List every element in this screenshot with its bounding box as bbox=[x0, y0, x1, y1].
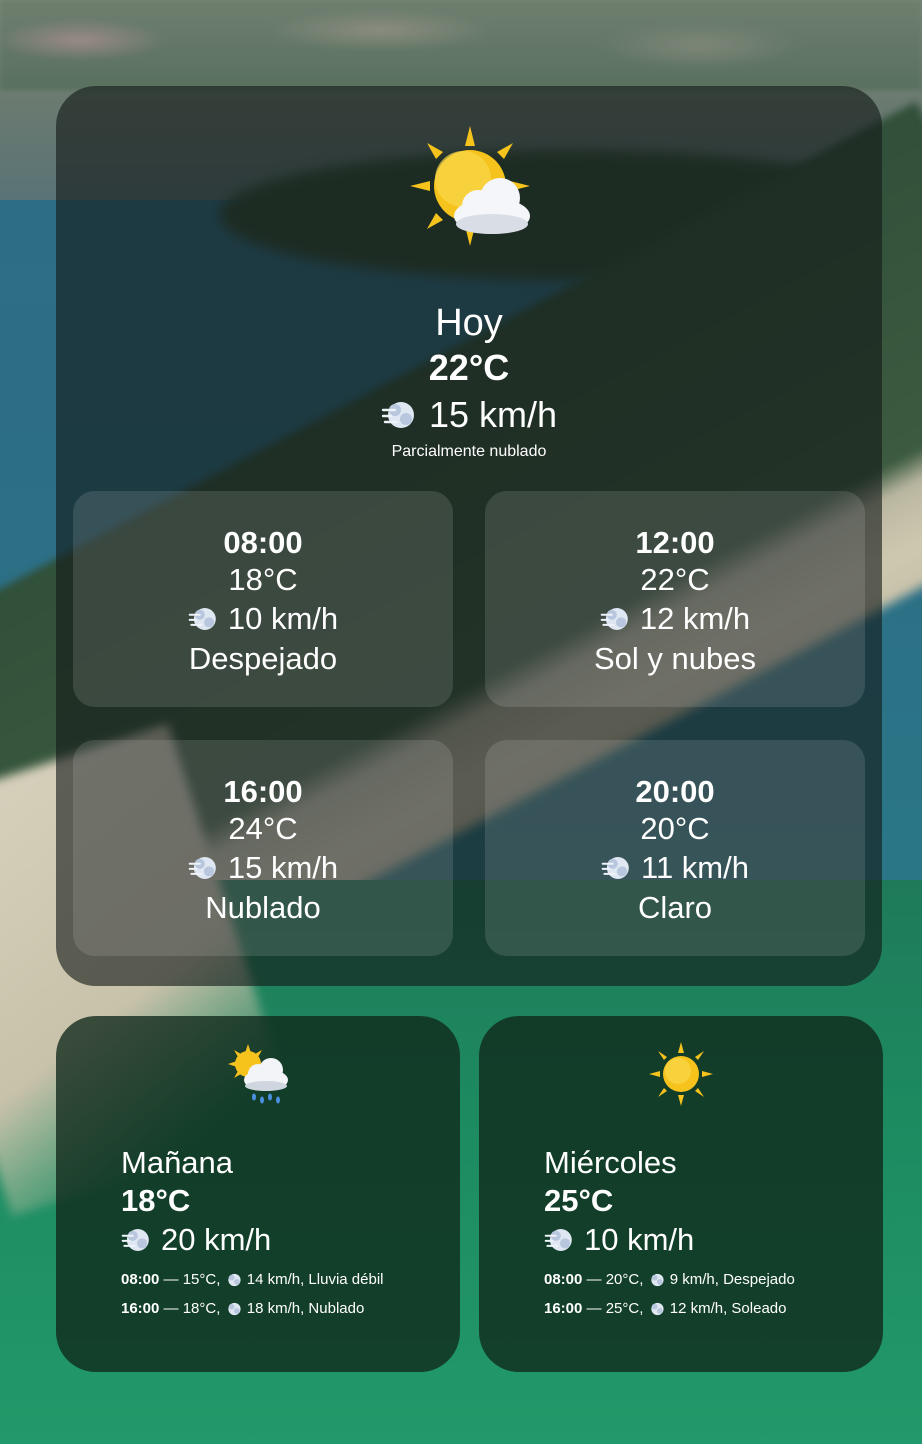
detail-time: 08:00 bbox=[121, 1271, 160, 1288]
wind-icon bbox=[188, 857, 216, 879]
today-card: Hoy 22°C 15 km/h Parcialmente nublado 08… bbox=[56, 86, 882, 986]
forecast-details: 08:00 — 15°C, 14 km/h, Lluvia débil 16:0… bbox=[121, 1270, 401, 1328]
detail-time: 16:00 bbox=[544, 1300, 583, 1317]
wind-icon bbox=[188, 608, 216, 630]
detail-temp: — 20°C, bbox=[582, 1271, 648, 1288]
detail-time: 16:00 bbox=[121, 1300, 160, 1317]
forecast-detail-row: 16:00 — 25°C, 12 km/h, Soleado bbox=[544, 1299, 824, 1319]
hour-wind: 10 km/h bbox=[73, 599, 453, 639]
forecast-detail-row: 08:00 — 15°C, 14 km/h, Lluvia débil bbox=[121, 1270, 401, 1290]
hour-card: 08:00 18°C 10 km/h Despejado bbox=[73, 491, 453, 707]
hour-wind-value: 11 km/h bbox=[641, 850, 749, 885]
forecast-day-name: Miércoles bbox=[544, 1145, 677, 1180]
hour-wind-value: 10 km/h bbox=[227, 601, 339, 636]
today-temperature: 22°C bbox=[428, 347, 510, 388]
forecast-wind-value: 10 km/h bbox=[584, 1222, 695, 1257]
hour-card: 12:00 22°C 12 km/h Sol y nubes bbox=[485, 491, 865, 707]
detail-wind: 9 km/h, Despejado bbox=[669, 1271, 795, 1288]
hour-temperature: 22°C bbox=[640, 562, 710, 597]
hour-card: 20:00 20°C 11 km/h Claro bbox=[485, 740, 865, 956]
hour-time: 12:00 bbox=[635, 525, 715, 560]
forecast-detail-row: 16:00 — 18°C, 18 km/h, Nublado bbox=[121, 1299, 401, 1319]
hour-temperature: 20°C bbox=[640, 811, 710, 846]
hour-description: Claro bbox=[637, 890, 713, 925]
sun-icon bbox=[649, 1042, 713, 1106]
detail-wind: 18 km/h, Nublado bbox=[246, 1300, 365, 1317]
today-label: Hoy bbox=[435, 302, 503, 344]
forecast-card-tomorrow: Mañana 18°C 20 km/h 08:00 — 15°C, 14 km/… bbox=[56, 1016, 460, 1372]
detail-temp: — 25°C, bbox=[582, 1300, 648, 1317]
detail-temp: — 15°C, bbox=[159, 1271, 225, 1288]
hour-temperature: 24°C bbox=[228, 811, 298, 846]
wind-icon bbox=[381, 402, 414, 428]
today-wind-value: 15 km/h bbox=[428, 394, 558, 435]
wind-icon bbox=[227, 1273, 241, 1287]
hour-card: 16:00 24°C 15 km/h Nublado bbox=[73, 740, 453, 956]
forecast-day-name: Mañana bbox=[121, 1145, 234, 1180]
wind-icon bbox=[227, 1302, 241, 1316]
today-wind: 15 km/h bbox=[56, 392, 882, 438]
today-description: Parcialmente nublado bbox=[391, 443, 547, 460]
wind-icon bbox=[121, 1229, 149, 1251]
hour-time: 08:00 bbox=[223, 525, 303, 560]
hour-wind: 12 km/h bbox=[485, 599, 865, 639]
forecast-wind: 20 km/h bbox=[121, 1220, 271, 1260]
detail-time: 08:00 bbox=[544, 1271, 583, 1288]
forecast-temperature: 18°C bbox=[121, 1183, 191, 1218]
hour-time: 20:00 bbox=[635, 774, 715, 809]
forecast-detail-row: 08:00 — 20°C, 9 km/h, Despejado bbox=[544, 1270, 824, 1290]
wind-icon bbox=[544, 1229, 572, 1251]
hour-wind: 15 km/h bbox=[73, 848, 453, 888]
hour-wind: 11 km/h bbox=[485, 848, 865, 888]
detail-wind: 12 km/h, Soleado bbox=[669, 1300, 787, 1317]
hour-wind-value: 12 km/h bbox=[639, 601, 751, 636]
forecast-details: 08:00 — 20°C, 9 km/h, Despejado 16:00 — … bbox=[544, 1270, 824, 1328]
hour-time: 16:00 bbox=[223, 774, 303, 809]
detail-wind: 14 km/h, Lluvia débil bbox=[246, 1271, 384, 1288]
hour-description: Nublado bbox=[205, 890, 321, 925]
hour-wind-value: 15 km/h bbox=[227, 850, 339, 885]
sun-behind-rain-cloud-icon bbox=[228, 1044, 288, 1104]
sun-behind-cloud-icon bbox=[410, 126, 530, 246]
forecast-wind-value: 20 km/h bbox=[161, 1222, 272, 1257]
wind-icon bbox=[650, 1302, 664, 1316]
wind-icon bbox=[601, 857, 629, 879]
forecast-temperature: 25°C bbox=[544, 1183, 614, 1218]
hour-description: Sol y nubes bbox=[594, 641, 756, 676]
wind-icon bbox=[600, 608, 628, 630]
hour-temperature: 18°C bbox=[228, 562, 298, 597]
forecast-card-wednesday: Miércoles 25°C 10 km/h 08:00 — 20°C, 9 k… bbox=[479, 1016, 883, 1372]
detail-temp: — 18°C, bbox=[159, 1300, 225, 1317]
wind-icon bbox=[650, 1273, 664, 1287]
hour-description: Despejado bbox=[188, 641, 338, 676]
forecast-wind: 10 km/h bbox=[544, 1220, 694, 1260]
